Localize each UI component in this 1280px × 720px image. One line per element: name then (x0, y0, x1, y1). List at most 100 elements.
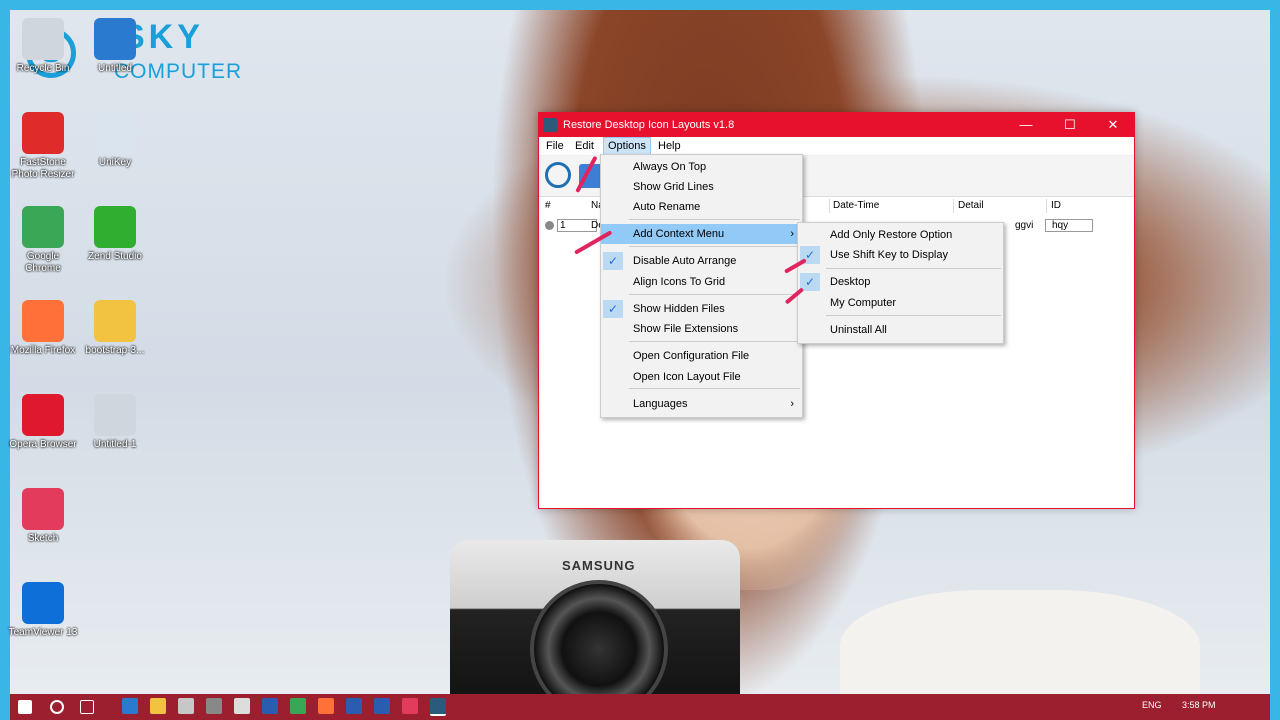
task-view-icon[interactable] (80, 700, 94, 714)
desktop-shortcut-label: Mozilla Firefox (10, 345, 76, 356)
options-menu-item[interactable]: Languages › (601, 394, 802, 414)
menu-item-label: Open Configuration File (633, 350, 750, 362)
photo-shirt (840, 590, 1200, 694)
menu-item-label: Desktop (830, 276, 871, 288)
col-number[interactable]: # (545, 200, 551, 211)
unikey-icon (94, 112, 136, 154)
options-menu-item[interactable]: Show File Extensions (601, 319, 802, 339)
menu-item-label: Open Icon Layout File (633, 371, 741, 383)
col-date-time[interactable]: Date-Time (833, 200, 879, 211)
menu-item-label: Always On Top (633, 161, 707, 173)
teamviewer-icon (22, 582, 64, 624)
search-icon[interactable] (50, 700, 64, 714)
desktop-shortcut-label: bootstrap-3... (85, 345, 145, 356)
close-button[interactable]: ✕ (1091, 113, 1135, 137)
chrome-icon (22, 206, 64, 248)
store-icon[interactable] (178, 698, 194, 714)
untitled-shortcut-icon (94, 18, 136, 60)
desktop-shortcut[interactable]: UniKey (80, 112, 150, 169)
options-menu-item[interactable]: ✓ Show Hidden Files (601, 299, 802, 319)
menu-item-label: Show Grid Lines (633, 181, 714, 193)
desktop-shortcut[interactable]: TeamViewer 13 (8, 582, 78, 639)
sketch-icon (22, 488, 64, 530)
checkmark-icon: ✓ (603, 252, 623, 270)
submenu-arrow-icon: › (790, 228, 794, 240)
firefox-icon[interactable] (318, 698, 334, 714)
restore-icon[interactable] (545, 162, 571, 188)
submenu-item[interactable]: Add Only Restore Option (798, 225, 1003, 245)
menu-separator (826, 315, 1001, 316)
photoshop-icon[interactable] (262, 698, 278, 714)
menu-separator (629, 294, 800, 295)
options-dropdown-menu: Always On Top Show Grid Lines Auto Rename A… (600, 154, 803, 418)
explorer-icon[interactable] (150, 698, 166, 714)
options-menu-item[interactable]: ✓ Disable Auto Arrange (601, 251, 802, 271)
camera-lens (530, 580, 668, 694)
faststone-icon (22, 112, 64, 154)
menu-item-label: Show Hidden Files (633, 303, 725, 315)
firefox-icon (22, 300, 64, 342)
menu-edit[interactable]: Edit (571, 137, 598, 155)
folder-icon (94, 300, 136, 342)
options-menu-item[interactable]: Show Grid Lines (601, 177, 802, 197)
desktop-shortcut-label: TeamViewer 13 (8, 627, 78, 638)
photo-camera: SAMSUNG (450, 540, 740, 694)
submenu-item[interactable]: ✓ Use Shift Key to Display (798, 245, 1003, 265)
submenu-item[interactable]: ✓ Desktop (798, 272, 1003, 292)
desktop-shortcut[interactable]: bootstrap-3... (80, 300, 150, 357)
menu-help[interactable]: Help (654, 137, 685, 155)
row-radio-icon[interactable] (545, 221, 554, 230)
minimize-button[interactable]: — (1004, 113, 1048, 137)
clock[interactable]: 3:58 PM (1182, 700, 1216, 710)
desktop-shortcut-label: Opera Browser (9, 439, 77, 450)
row-number: 1 (560, 220, 566, 231)
submenu-item[interactable]: My Computer (798, 293, 1003, 313)
chrome-icon[interactable] (290, 698, 306, 714)
menu-item-label: Align Icons To Grid (633, 276, 726, 288)
title-bar[interactable]: Restore Desktop Icon Layouts v1.8 — ☐ ✕ (539, 113, 1134, 137)
options-menu-item[interactable]: Always On Top (601, 157, 802, 177)
row-detail: ggvi (1015, 220, 1034, 231)
app-icon[interactable] (374, 698, 390, 714)
options-menu-item[interactable]: Add Context Menu › (601, 224, 802, 244)
app-icon[interactable] (206, 698, 222, 714)
desktop-shortcut-label: Untitled-1 (93, 439, 137, 450)
maximize-button[interactable]: ☐ (1048, 113, 1092, 137)
desktop-shortcut[interactable]: Untitled (80, 18, 150, 75)
desktop-shortcut-label: Zend Studio (88, 251, 142, 262)
desktop-shortcut[interactable]: Mozilla Firefox (8, 300, 78, 357)
menu-file[interactable]: File (542, 137, 568, 155)
recycle-bin-icon (22, 18, 64, 60)
menu-item-label: Use Shift Key to Display (830, 249, 948, 261)
sketch-icon[interactable] (402, 698, 418, 714)
col-detail[interactable]: Detail (958, 200, 984, 211)
menu-item-label: Add Context Menu (633, 228, 725, 240)
desktop-shortcut-label: Untitled (98, 63, 132, 74)
desktop-shortcut[interactable]: Recycle Bin (8, 18, 78, 75)
options-menu-item[interactable]: Open Configuration File (601, 346, 802, 366)
desktop-shortcut[interactable]: Zend Studio (80, 206, 150, 263)
options-menu-item[interactable]: Auto Rename (601, 197, 802, 217)
desktop-shortcut[interactable]: Google Chrome (8, 206, 78, 275)
column-divider (829, 199, 830, 213)
desktop-shortcut[interactable]: Sketch (8, 488, 78, 545)
language-indicator[interactable]: ENG (1142, 700, 1162, 710)
desktop-shortcut-label: Google Chrome (25, 251, 61, 274)
menu-item-label: Auto Rename (633, 201, 701, 213)
options-menu-item[interactable]: Align Icons To Grid (601, 272, 802, 292)
edge-icon[interactable] (122, 698, 138, 714)
desktop-shortcut[interactable]: Untitled-1 (80, 394, 150, 451)
submenu-item[interactable]: Uninstall All (798, 320, 1003, 340)
desktop-shortcut[interactable]: Opera Browser (8, 394, 78, 451)
desktop-shortcut[interactable]: FastStone Photo Resizer (8, 112, 78, 181)
row-id: hqy (1052, 220, 1069, 231)
restore-desktop-taskbar-icon[interactable] (430, 698, 446, 716)
app-icon[interactable] (346, 698, 362, 714)
menu-options[interactable]: Options (603, 137, 651, 155)
menu-separator (629, 388, 800, 389)
col-id[interactable]: ID (1051, 200, 1061, 211)
window-title: Restore Desktop Icon Layouts v1.8 (563, 119, 735, 131)
start-icon[interactable] (18, 700, 32, 714)
options-menu-item[interactable]: Open Icon Layout File (601, 367, 802, 387)
app-icon[interactable] (234, 698, 250, 714)
